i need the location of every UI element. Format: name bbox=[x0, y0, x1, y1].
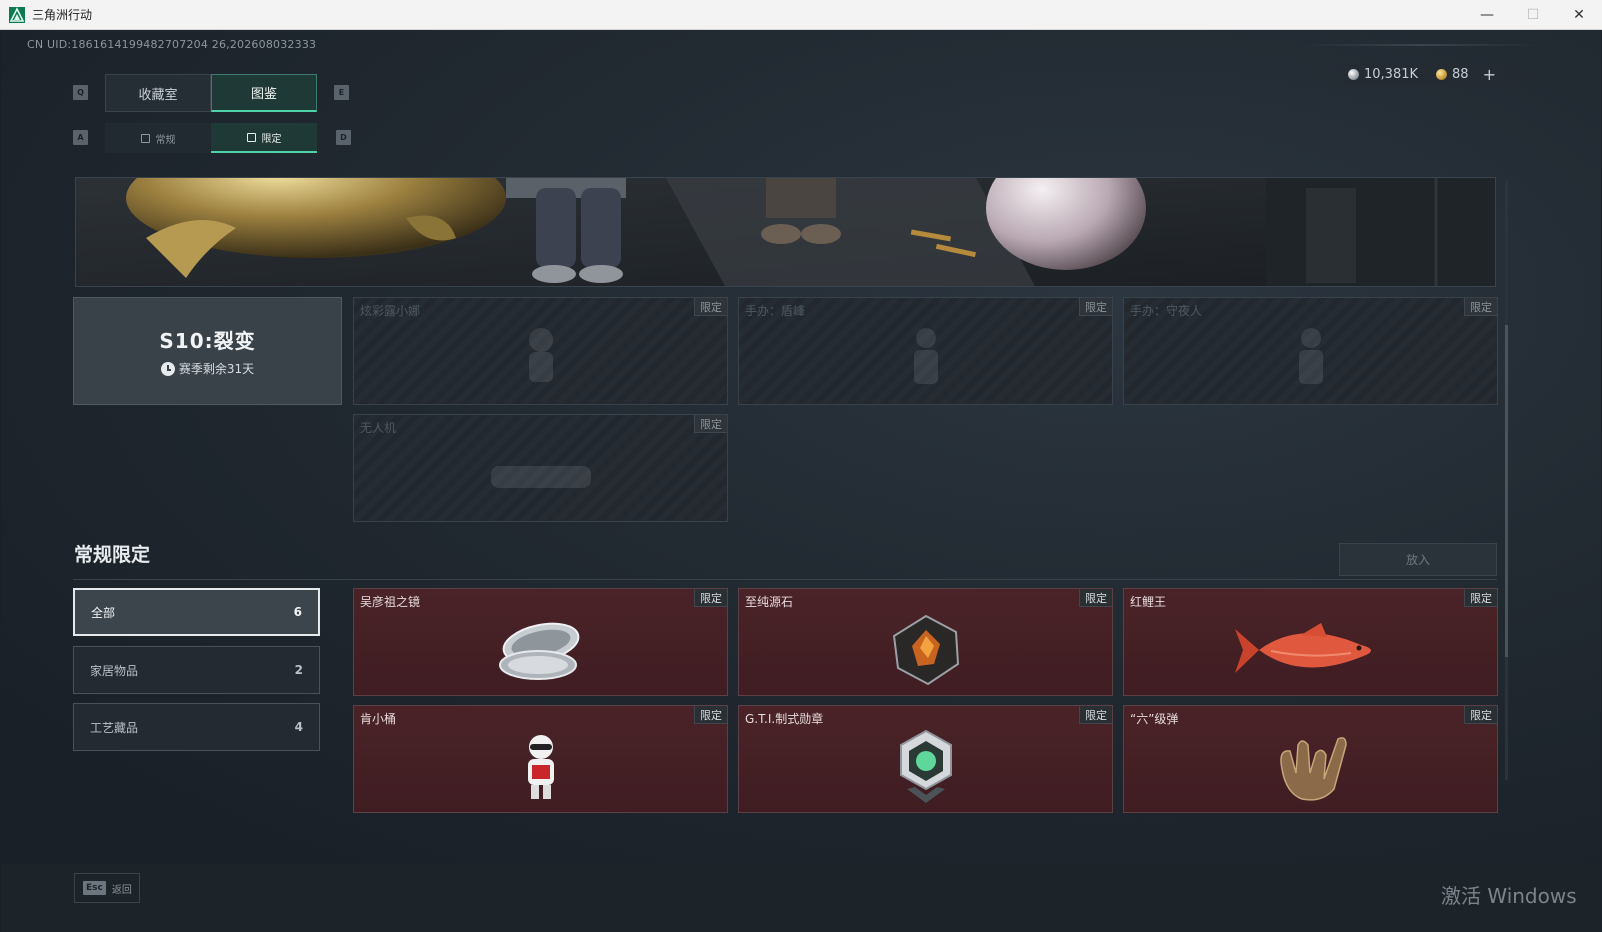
item-name: 吴彦祖之镜 bbox=[360, 595, 421, 609]
season-item-card[interactable]: 手办：守夜人 限定 bbox=[1123, 297, 1498, 405]
window-title: 三角洲行动 bbox=[32, 8, 93, 22]
limited-badge: 限定 bbox=[1079, 706, 1112, 724]
limited-badge: 限定 bbox=[694, 706, 727, 724]
collection-item-card[interactable]: 红鲤王 限定 bbox=[1123, 588, 1498, 696]
maximize-button[interactable]: ☐ bbox=[1510, 0, 1556, 30]
tab-regular[interactable]: 常规 bbox=[105, 123, 211, 153]
clock-icon bbox=[160, 361, 175, 376]
drone-silhouette-icon bbox=[490, 466, 591, 489]
filter-label: 家居物品 bbox=[90, 663, 139, 678]
gold-currency: 88 bbox=[1436, 67, 1469, 82]
limited-badge: 限定 bbox=[1464, 589, 1497, 607]
close-button[interactable]: ✕ bbox=[1556, 0, 1602, 30]
windows-activation-watermark: 激活 Windows bbox=[1441, 884, 1577, 908]
tab-limited-label: 限定 bbox=[261, 133, 282, 145]
mirror-icon bbox=[498, 623, 579, 681]
key-hint-d: D bbox=[336, 130, 351, 145]
tab-regular-label: 常规 bbox=[155, 134, 176, 146]
footer-bar bbox=[1, 864, 1601, 932]
season-title: S10:裂变 bbox=[159, 329, 256, 353]
back-button[interactable]: Esc 返回 bbox=[74, 873, 140, 903]
figure-silhouette-icon bbox=[528, 328, 553, 383]
item-name: “六”级弹 bbox=[1130, 712, 1179, 726]
item-name: 红鲤王 bbox=[1130, 595, 1167, 609]
tab-limited[interactable]: 限定 bbox=[211, 123, 317, 153]
gem-stone-icon bbox=[892, 615, 959, 686]
key-hint-q: Q bbox=[73, 85, 88, 100]
collection-item-card[interactable]: 至纯源石 限定 bbox=[738, 588, 1113, 696]
filter-home-items[interactable]: 家居物品 2 bbox=[73, 646, 320, 694]
back-label: 返回 bbox=[111, 884, 132, 896]
silver-amount: 10,381K bbox=[1364, 66, 1419, 82]
filter-count: 6 bbox=[293, 605, 302, 619]
minimize-button[interactable]: — bbox=[1464, 0, 1510, 30]
figure-silhouette-icon bbox=[913, 328, 938, 385]
collection-item-card[interactable]: “六”级弹 限定 bbox=[1123, 705, 1498, 813]
limited-badge: 限定 bbox=[1079, 298, 1112, 316]
collection-item-card[interactable]: 肯小桶 限定 bbox=[353, 705, 728, 813]
season-remaining-text: 赛季剩余31天 bbox=[178, 362, 255, 376]
put-in-button[interactable]: 放入 bbox=[1339, 543, 1497, 576]
filter-craft-items[interactable]: 工艺藏品 4 bbox=[73, 703, 320, 751]
filter-count: 4 bbox=[294, 720, 303, 734]
item-name: 无人机 bbox=[360, 421, 397, 435]
hand-bullet-icon bbox=[1279, 737, 1347, 802]
window-controls: — ☐ ✕ bbox=[1464, 0, 1602, 30]
bucket-figure-icon bbox=[527, 735, 554, 800]
key-hint-e: E bbox=[334, 85, 349, 100]
gold-amount: 88 bbox=[1452, 66, 1469, 82]
regular-tab-icon bbox=[140, 133, 150, 143]
season-banner-image bbox=[75, 177, 1496, 287]
season-item-card[interactable]: 无人机 限定 bbox=[353, 414, 728, 522]
window-titlebar: 三角洲行动 — ☐ ✕ bbox=[0, 0, 1602, 30]
limited-badge: 限定 bbox=[694, 589, 727, 607]
limited-badge: 限定 bbox=[1079, 589, 1112, 607]
item-name: 手办：守夜人 bbox=[1130, 304, 1203, 318]
add-currency-button[interactable]: + bbox=[1483, 65, 1496, 84]
figure-silhouette-icon bbox=[1298, 328, 1323, 385]
gold-coin-icon bbox=[1436, 68, 1448, 80]
section-title: 常规限定 bbox=[74, 544, 151, 566]
filter-count: 2 bbox=[294, 663, 303, 677]
filter-label: 全部 bbox=[91, 605, 116, 620]
filter-label: 工艺藏品 bbox=[90, 720, 139, 735]
limited-badge: 限定 bbox=[1464, 706, 1497, 724]
limited-tab-icon bbox=[246, 132, 256, 142]
limited-badge: 限定 bbox=[1464, 298, 1497, 316]
esc-key-hint: Esc bbox=[83, 881, 106, 895]
game-viewport: CN UID:1861614199482707204 26,2026080323… bbox=[1, 30, 1601, 932]
item-name: 至纯源石 bbox=[745, 595, 794, 609]
banner-artwork bbox=[76, 178, 1495, 286]
medal-icon bbox=[899, 730, 952, 804]
scrollbar-thumb[interactable] bbox=[1505, 325, 1508, 657]
app-logo-icon bbox=[9, 6, 25, 23]
silver-currency: 10,381K bbox=[1348, 67, 1418, 82]
currency-bar: 10,381K 88 + bbox=[1306, 63, 1538, 85]
season-remaining: 赛季剩余31天 bbox=[160, 360, 255, 377]
item-name: 肯小桶 bbox=[360, 712, 397, 726]
tab-collection-room[interactable]: 收藏室 bbox=[105, 74, 211, 112]
tab-catalog[interactable]: 图鉴 bbox=[211, 74, 317, 112]
collection-item-card[interactable]: 吴彦祖之镜 限定 bbox=[353, 588, 728, 696]
season-item-card[interactable]: 炫彩露小娜 限定 bbox=[353, 297, 728, 405]
limited-badge: 限定 bbox=[694, 415, 727, 433]
item-name: 手办：盾峰 bbox=[745, 304, 806, 318]
item-name: G.T.I.制式勋章 bbox=[745, 712, 824, 726]
season-item-card[interactable]: 手办：盾峰 限定 bbox=[738, 297, 1113, 405]
header-decoration bbox=[1301, 44, 1541, 46]
red-carp-icon bbox=[1234, 623, 1371, 674]
section-divider bbox=[73, 579, 1497, 580]
silver-coin-icon bbox=[1348, 68, 1359, 80]
filter-all[interactable]: 全部 6 bbox=[73, 588, 320, 636]
item-name: 炫彩露小娜 bbox=[360, 304, 421, 318]
key-hint-a: A bbox=[73, 130, 88, 145]
limited-badge: 限定 bbox=[694, 298, 727, 316]
season-info-card: S10:裂变 赛季剩余31天 bbox=[73, 297, 342, 405]
collection-item-card[interactable]: G.T.I.制式勋章 限定 bbox=[738, 705, 1113, 813]
uid-text: CN UID:1861614199482707204 26,2026080323… bbox=[27, 38, 317, 51]
